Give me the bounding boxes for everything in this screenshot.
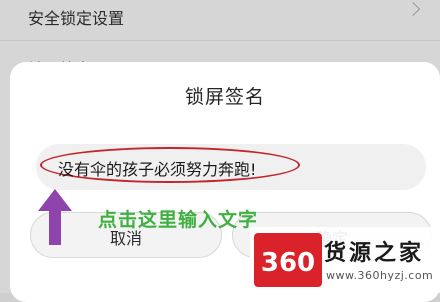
logo-text: 360 xyxy=(261,248,315,278)
settings-item-label: 安全锁定设置 xyxy=(28,9,125,28)
dialog-title: 锁屏签名 xyxy=(184,86,265,108)
hint-text: 点击这里输入文字 xyxy=(98,209,259,231)
logo-badge-icon: 360 xyxy=(254,233,322,287)
chevron-right-icon xyxy=(405,1,421,17)
watermark-title: 货源之家 xyxy=(324,241,425,266)
watermark-url: www.360hyzj.com xyxy=(326,269,434,282)
arrow-up-icon xyxy=(38,189,72,245)
watermark: 360 货源之家 www.360hyzj.com xyxy=(250,227,440,293)
settings-item-security-lock[interactable]: 安全锁定设置 xyxy=(0,0,440,41)
signature-input[interactable]: 没有伞的孩子必须努力奔跑! xyxy=(36,144,426,190)
signature-input-value: 没有伞的孩子必须努力奔跑! xyxy=(58,160,257,179)
